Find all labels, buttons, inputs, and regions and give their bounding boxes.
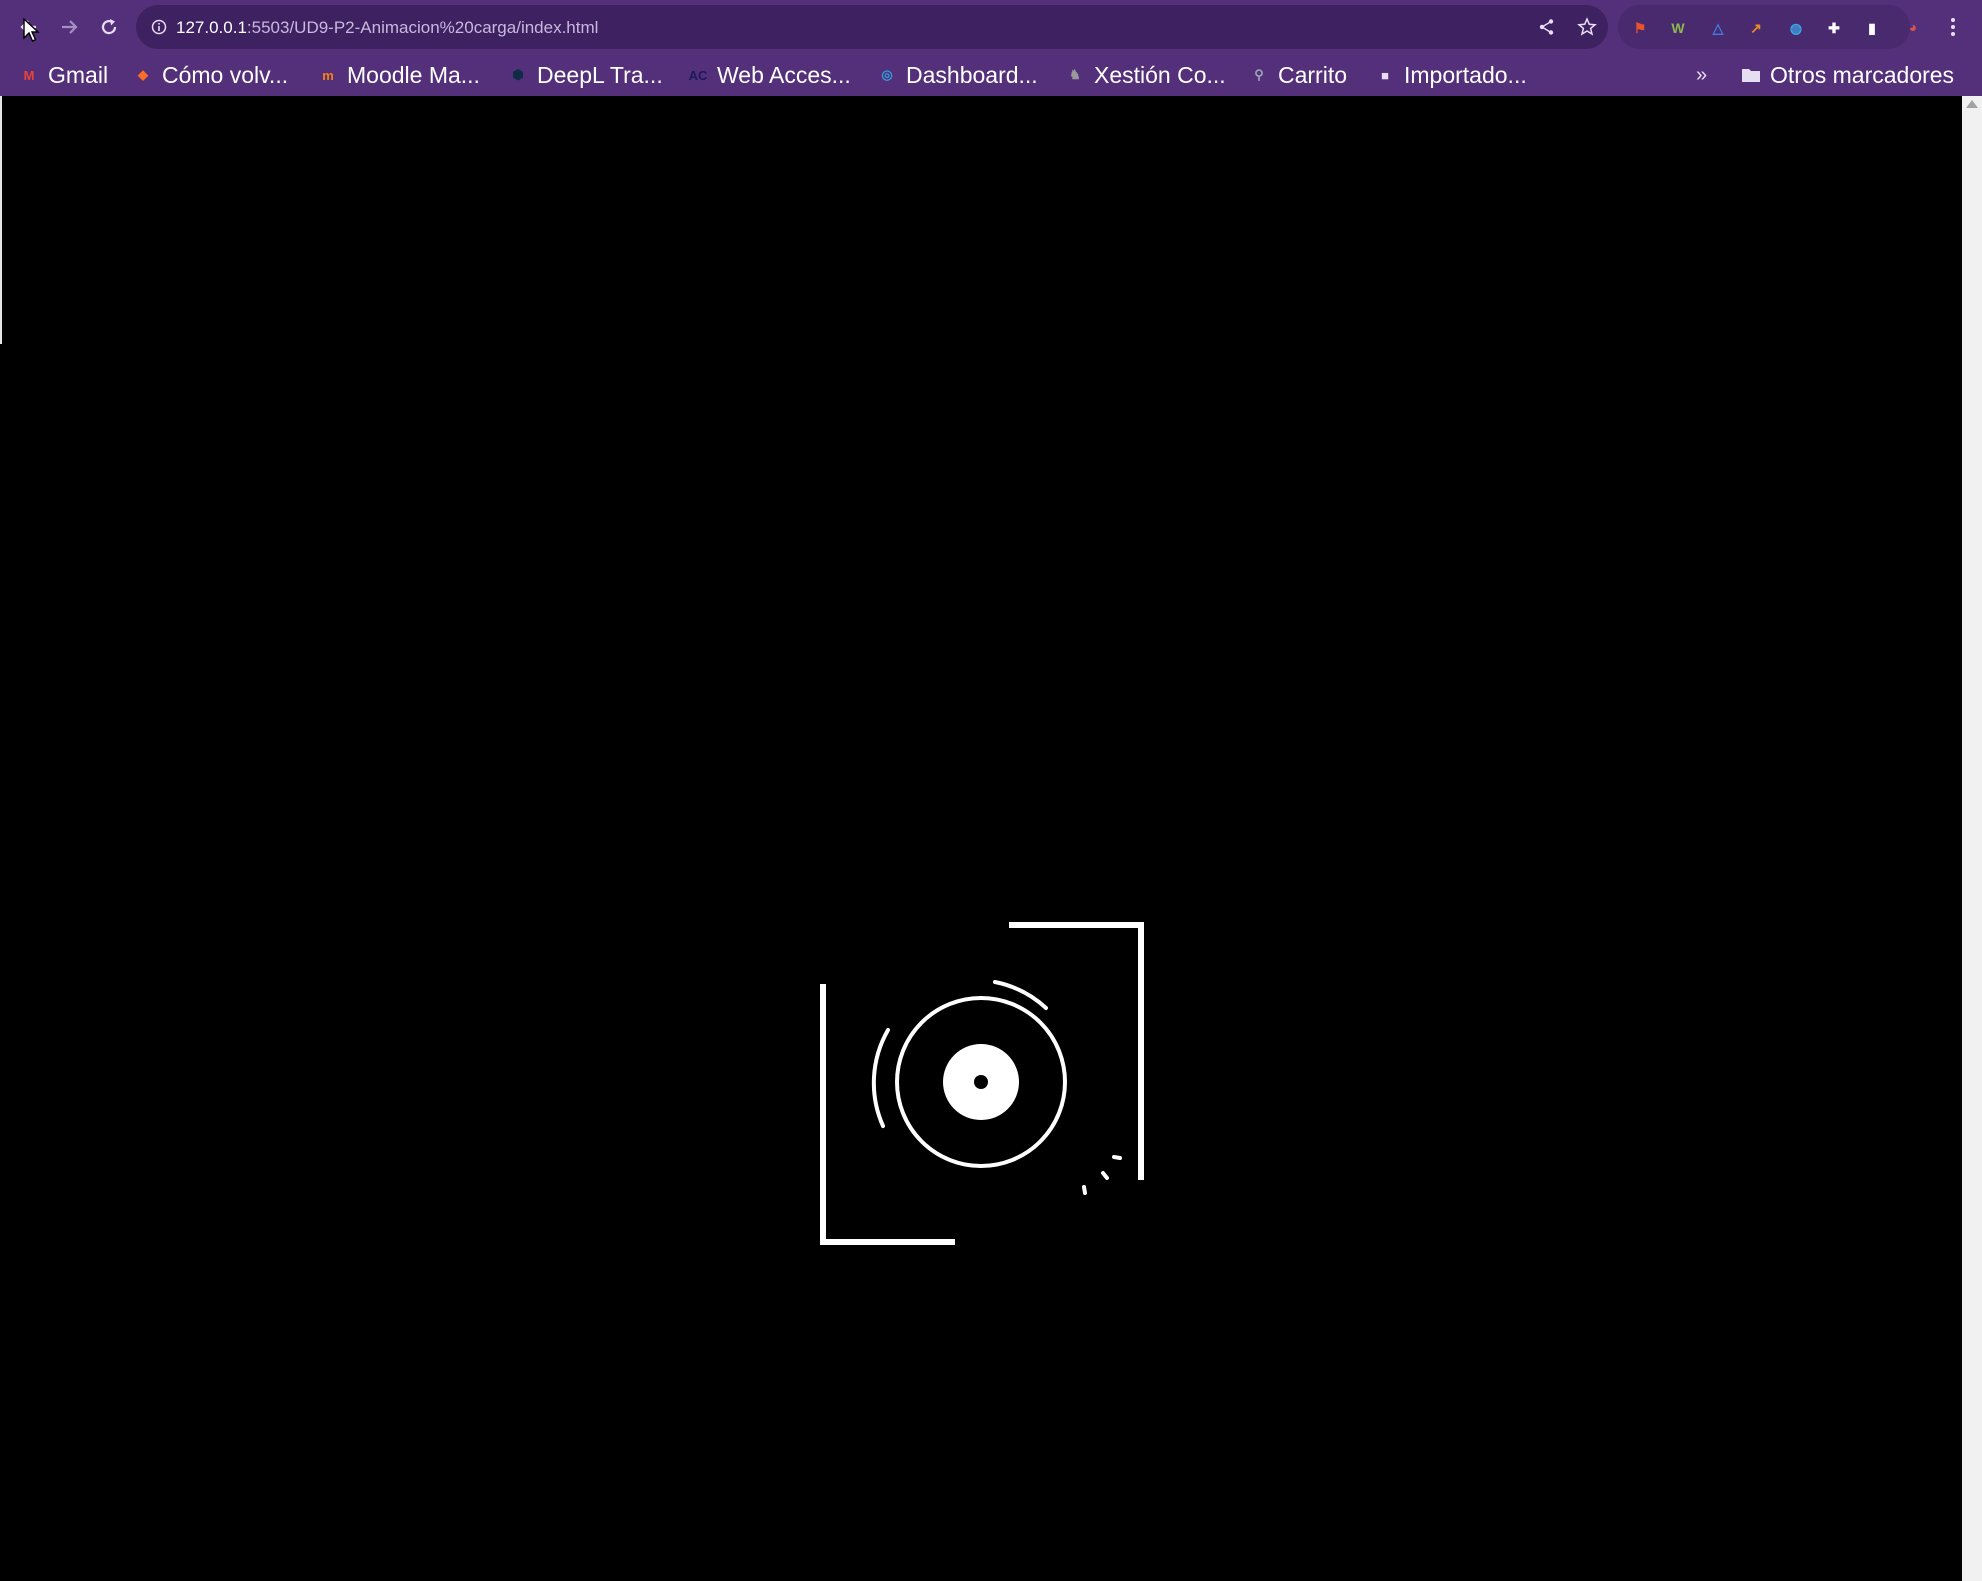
folder-icon: ■ (1381, 67, 1389, 83)
browser-toolbar: 127.0.0.1:5503/UD9-P2-Animacion%20carga/… (0, 0, 1982, 54)
orbit-dash (1112, 1155, 1122, 1160)
bookmark-importado-folder[interactable]: ■ Importado... (1374, 60, 1527, 90)
mouse-cursor-icon (23, 18, 40, 42)
url-text[interactable]: 127.0.0.1:5503/UD9-P2-Animacion%20carga/… (176, 17, 598, 39)
share-icon[interactable] (1536, 16, 1558, 38)
bookmark-web-access[interactable]: AC Web Acces... (687, 60, 851, 90)
bookmark-label: Moodle Ma... (347, 61, 480, 88)
forward-button[interactable] (52, 10, 86, 44)
top-orbit-arc (993, 980, 1048, 1010)
bookmark-moodle[interactable]: m Moodle Ma... (317, 60, 480, 90)
ac-icon: AC (688, 67, 708, 83)
bookmark-dashboard[interactable]: ◎ Dashboard... (876, 60, 1038, 90)
extension-globe-icon[interactable]: ◍ (1784, 16, 1808, 40)
orbit-dash (1082, 1185, 1087, 1195)
xestion-icon: ♞ (1069, 67, 1081, 82)
extension-w-icon[interactable]: W (1666, 16, 1690, 40)
bookmark-gmail[interactable]: M Gmail (18, 60, 108, 90)
scroll-up-arrow-icon[interactable] (1966, 100, 1978, 108)
side-panel-icon[interactable]: ▮ (1860, 16, 1884, 40)
bracket-top-right (1009, 922, 1144, 1180)
bookmark-label: Gmail (48, 61, 109, 88)
bookmark-como-volv[interactable]: ◆ Cómo volv... (132, 60, 288, 90)
bookmark-label: Carrito (1278, 61, 1348, 88)
star-icon[interactable] (1576, 16, 1598, 38)
page-viewport (0, 96, 1962, 1581)
extensions-puzzle-icon[interactable]: ✚ (1822, 16, 1846, 40)
bracket-bottom-left (820, 984, 955, 1245)
forward-arrow-icon (62, 20, 78, 34)
bookmark-xestion[interactable]: ♞ Xestión Co... (1064, 60, 1226, 90)
extensions-area: ⚑ W △ ↗ ◍ ✚ ▮ (1618, 5, 1910, 49)
loading-animation (820, 922, 1144, 1245)
kebab-menu-icon (1951, 18, 1955, 36)
url-host: 127.0.0.1 (176, 18, 247, 37)
bookmarks-bar: M Gmail ◆ Cómo volv... m Moodle Ma... ⬢ … (0, 54, 1982, 96)
url-path: :5503/UD9-P2-Animacion%20carga/index.htm… (246, 18, 599, 37)
gitlab-icon: ◆ (138, 67, 148, 82)
bookmark-label: Web Acces... (717, 61, 851, 88)
dashboard-icon: ◎ (881, 67, 893, 82)
left-orbit-arc (871, 1028, 890, 1128)
info-icon[interactable] (148, 16, 170, 38)
center-hole (974, 1075, 988, 1089)
bookmark-carrito[interactable]: ⚲ Carrito (1248, 60, 1347, 90)
bookmark-label: Importado... (1404, 61, 1527, 88)
extension-chart-icon[interactable]: ↗ (1744, 16, 1768, 40)
reload-button[interactable] (92, 10, 126, 44)
bookmark-label: DeepL Tra... (537, 61, 663, 88)
bookmark-label: Cómo volv... (162, 61, 289, 88)
folder-icon (1740, 64, 1762, 86)
deepl-icon: ⬢ (512, 67, 524, 82)
orbit-dash (1101, 1171, 1109, 1180)
extension-triangle-icon[interactable]: △ (1706, 16, 1730, 40)
bookmark-label: Otros marcadores (1770, 61, 1955, 88)
bookmarks-overflow-button[interactable]: » (1696, 60, 1707, 90)
bookmark-deepl[interactable]: ⬢ DeepL Tra... (507, 60, 663, 90)
extension-orange-icon[interactable]: ⚑ (1628, 16, 1652, 40)
carrito-icon: ⚲ (1254, 67, 1264, 82)
bookmark-label: Dashboard... (906, 61, 1038, 88)
reload-icon (101, 19, 117, 35)
profile-avatar[interactable]: ◕ (1900, 14, 1926, 40)
bookmark-label: Xestión Co... (1094, 61, 1226, 88)
browser-menu-button[interactable] (1938, 10, 1968, 44)
address-bar[interactable]: 127.0.0.1:5503/UD9-P2-Animacion%20carga/… (136, 5, 1608, 49)
gmail-icon: M (23, 67, 35, 83)
vertical-scrollbar[interactable] (1962, 96, 1982, 1581)
other-bookmarks-folder[interactable]: Otros marcadores (1740, 60, 1954, 90)
window-edge (0, 96, 2, 344)
moodle-icon: m (322, 67, 334, 83)
browser-chrome: 127.0.0.1:5503/UD9-P2-Animacion%20carga/… (0, 0, 1982, 96)
